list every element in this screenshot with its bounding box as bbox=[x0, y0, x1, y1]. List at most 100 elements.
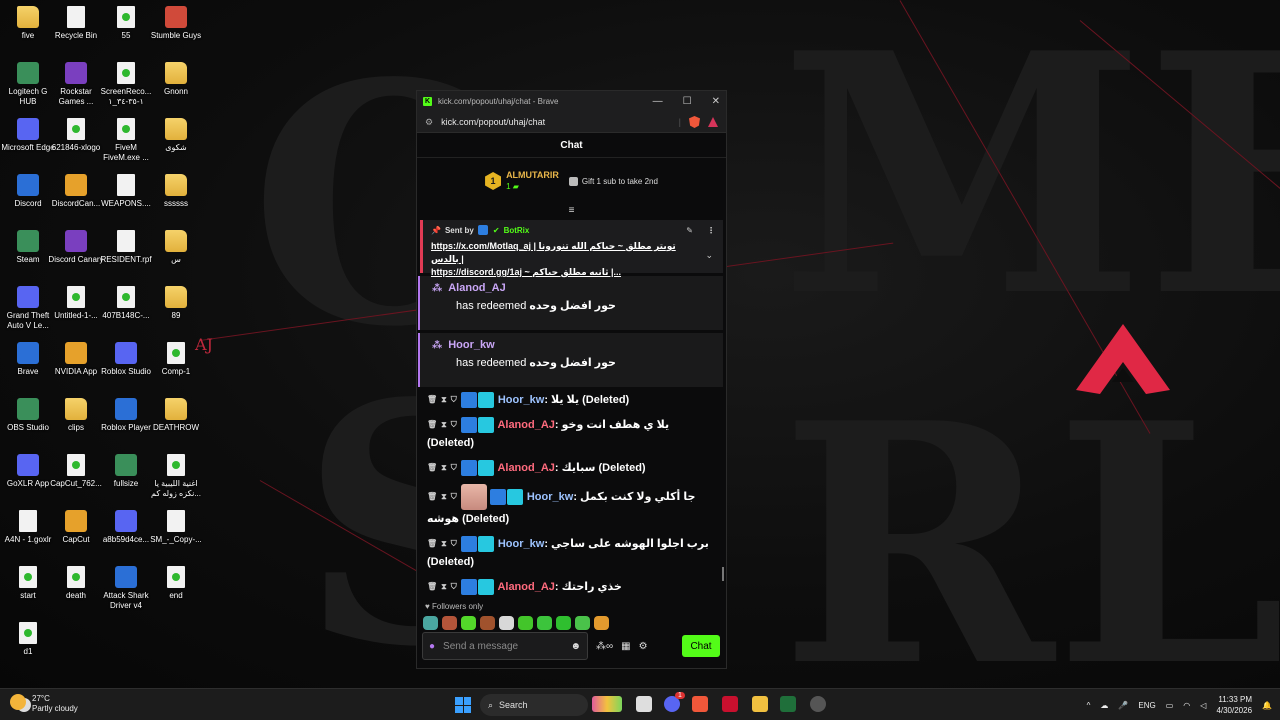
emote-icon[interactable] bbox=[594, 616, 609, 630]
chat-message[interactable]: 🗑 ⧗ ⛉ Alanod_AJ: خذي راحتك bbox=[427, 578, 718, 595]
site-settings-icon[interactable]: ⚙ bbox=[425, 117, 433, 128]
message-username[interactable]: Alanod_AJ bbox=[497, 581, 554, 593]
trash-icon[interactable]: 🗑 bbox=[427, 535, 437, 553]
desktop-icon[interactable]: RESIDENT.rpf bbox=[98, 230, 154, 265]
emote-icon[interactable] bbox=[499, 616, 514, 630]
app-a-taskbar-icon[interactable] bbox=[722, 696, 738, 712]
chat-scrollbar[interactable] bbox=[722, 567, 724, 581]
minimize-button[interactable]: — bbox=[653, 96, 663, 107]
desktop-icon[interactable]: Untitled-1-... bbox=[48, 286, 104, 321]
pinned-line[interactable]: https://discord.gg/1aj ~ ثانيه مطلق حياك… bbox=[431, 266, 681, 279]
more-options-icon[interactable]: ⋮ bbox=[707, 226, 715, 235]
chat-message[interactable]: 🗑 ⧗ ⛉ Alanod_AJ: يلا ي هطف انت وخو (Delete… bbox=[427, 416, 718, 452]
goxlr-taskbar-icon[interactable] bbox=[780, 696, 796, 712]
channel-points-icon[interactable]: ⁂∞ bbox=[596, 641, 613, 652]
desktop-icon[interactable]: death bbox=[48, 566, 104, 601]
brave-rewards-icon[interactable] bbox=[708, 117, 718, 127]
volume-icon[interactable]: ◁ bbox=[1200, 701, 1206, 710]
pinned-line[interactable]: https://x.com/Motlaq_aj | تويتر مطلق ~ ح… bbox=[431, 240, 681, 266]
message-username[interactable]: Hoor_kw bbox=[498, 394, 544, 406]
desktop-icon[interactable]: Recycle Bin bbox=[48, 6, 104, 41]
timeout-icon[interactable]: ⧗ bbox=[441, 488, 447, 506]
desktop-icon[interactable]: Stumble Guys bbox=[148, 6, 204, 41]
redeem-user[interactable]: Hoor_kw bbox=[448, 339, 494, 351]
emote-icon[interactable] bbox=[518, 616, 533, 630]
timeout-icon[interactable]: ⧗ bbox=[441, 459, 447, 477]
desktop-icon[interactable]: 89 bbox=[148, 286, 204, 321]
desktop-icon[interactable]: Roblox Studio bbox=[98, 342, 154, 377]
desktop-icon[interactable]: FiveM FiveM.exe ... bbox=[98, 118, 154, 163]
emoji-picker-icon[interactable]: ☻ bbox=[570, 641, 581, 652]
desktop-icon[interactable]: ScreenReco... ١-٣٥-٣٤_١ bbox=[98, 62, 154, 107]
chevron-down-icon[interactable]: ⌄ bbox=[705, 250, 713, 261]
desktop-icon[interactable]: 55 bbox=[98, 6, 154, 41]
timeout-icon[interactable]: ⧗ bbox=[441, 391, 447, 409]
task-view-icon[interactable] bbox=[636, 696, 652, 712]
desktop-icon[interactable]: end bbox=[148, 566, 204, 601]
emote-icon[interactable] bbox=[423, 616, 438, 630]
emote-icon[interactable] bbox=[556, 616, 571, 630]
onedrive-icon[interactable]: ☁ bbox=[1100, 701, 1108, 710]
store-icon[interactable]: ▦ bbox=[621, 641, 630, 652]
desktop-icon[interactable]: fullsize bbox=[98, 454, 154, 489]
message-username[interactable]: Hoor_kw bbox=[527, 491, 573, 503]
trash-icon[interactable]: 🗑 bbox=[427, 578, 437, 595]
maximize-button[interactable]: ☐ bbox=[683, 96, 692, 107]
wifi-icon[interactable]: ◠ bbox=[1183, 701, 1190, 710]
desktop-icon[interactable]: clips bbox=[48, 398, 104, 433]
desktop-icon[interactable]: س bbox=[148, 230, 204, 265]
leaderboard-user[interactable]: ALMUTARIR bbox=[506, 170, 559, 181]
desktop-icon[interactable]: DiscordCan... bbox=[48, 174, 104, 209]
brave-shields-icon[interactable] bbox=[689, 116, 700, 128]
address-bar[interactable]: ⚙ kick.com/popout/uhaj/chat | bbox=[417, 112, 726, 133]
windows-start-icon[interactable] bbox=[455, 697, 471, 713]
close-button[interactable]: ✕ bbox=[712, 96, 720, 107]
pinned-sender[interactable]: BotRix bbox=[504, 226, 530, 235]
language-indicator[interactable]: ENG bbox=[1138, 701, 1155, 710]
obs-taskbar-icon[interactable] bbox=[810, 696, 826, 712]
taskbar-widget-icon[interactable] bbox=[592, 696, 622, 712]
weather-widget[interactable]: 27°C Partly cloudy bbox=[10, 694, 78, 714]
emote-icon[interactable] bbox=[461, 616, 476, 630]
unpin-icon[interactable]: ✎ bbox=[686, 226, 693, 235]
window-titlebar[interactable]: K kick.com/popout/uhaj/chat - Brave — ☐ … bbox=[417, 91, 726, 112]
timeout-icon[interactable]: ⧗ bbox=[441, 535, 447, 553]
trash-icon[interactable]: 🗑 bbox=[427, 459, 437, 477]
chat-message[interactable]: 🗑 ⧗ ⛉ Alanod_AJ: سبايك (Deleted) bbox=[427, 459, 718, 477]
send-chat-button[interactable]: Chat bbox=[682, 635, 720, 657]
desktop-icon[interactable]: Gnonn bbox=[148, 62, 204, 97]
redeem-user[interactable]: Alanod_AJ bbox=[448, 282, 505, 294]
desktop-icon[interactable]: اغنية الليبية يا نكزه زوله كم... bbox=[148, 454, 204, 499]
desktop-icon[interactable]: a8b59d4ce... bbox=[98, 510, 154, 545]
display-icon[interactable]: ▭ bbox=[1166, 701, 1174, 710]
desktop-icon[interactable]: 621846-xlogo bbox=[48, 118, 104, 153]
notifications-icon[interactable]: 🔔 bbox=[1262, 701, 1272, 710]
message-username[interactable]: Alanod_AJ bbox=[497, 462, 554, 474]
desktop-icon[interactable]: SM_-_Copy-... bbox=[148, 510, 204, 545]
chat-message[interactable]: 🗑 ⧗ ⛉ Hoor_kw: برب اجلوا الهوشه على ساجي (… bbox=[427, 535, 718, 571]
gift-prompt[interactable]: Gift 1 sub to take 2nd bbox=[582, 177, 658, 186]
input-placeholder[interactable]: Send a message bbox=[443, 641, 518, 652]
desktop-icon[interactable]: Discord Canary bbox=[48, 230, 104, 265]
desktop-icon[interactable]: WEAPONS.... bbox=[98, 174, 154, 209]
trash-icon[interactable]: 🗑 bbox=[427, 416, 437, 434]
desktop-icon[interactable]: NVIDIA App bbox=[48, 342, 104, 377]
brave-taskbar-icon[interactable] bbox=[692, 696, 708, 712]
desktop-icon[interactable]: d1 bbox=[0, 622, 56, 657]
message-username[interactable]: Hoor_kw bbox=[498, 538, 544, 550]
timeout-icon[interactable]: ⧗ bbox=[441, 578, 447, 595]
microphone-tray-icon[interactable]: 🎤 bbox=[1118, 701, 1128, 710]
desktop-icon[interactable]: ssssss bbox=[148, 174, 204, 209]
desktop-icon[interactable]: Roblox Player bbox=[98, 398, 154, 433]
desktop-icon[interactable]: DEATHROW bbox=[148, 398, 204, 433]
message-username[interactable]: Alanod_AJ bbox=[497, 419, 554, 431]
taskbar-search[interactable]: ⌕ Search bbox=[480, 694, 588, 716]
desktop-icon[interactable]: Comp-1 bbox=[148, 342, 204, 377]
trash-icon[interactable]: 🗑 bbox=[427, 488, 437, 506]
file-explorer-icon[interactable] bbox=[752, 696, 768, 712]
desktop-icon[interactable]: 407B148C-... bbox=[98, 286, 154, 321]
timeout-icon[interactable]: ⧗ bbox=[441, 416, 447, 434]
send-message-input[interactable]: ● Send a message ☻ bbox=[422, 632, 588, 660]
microphone-icon[interactable]: ● bbox=[429, 641, 435, 652]
clock[interactable]: 11:33 PM 4/30/2026 bbox=[1216, 694, 1252, 716]
